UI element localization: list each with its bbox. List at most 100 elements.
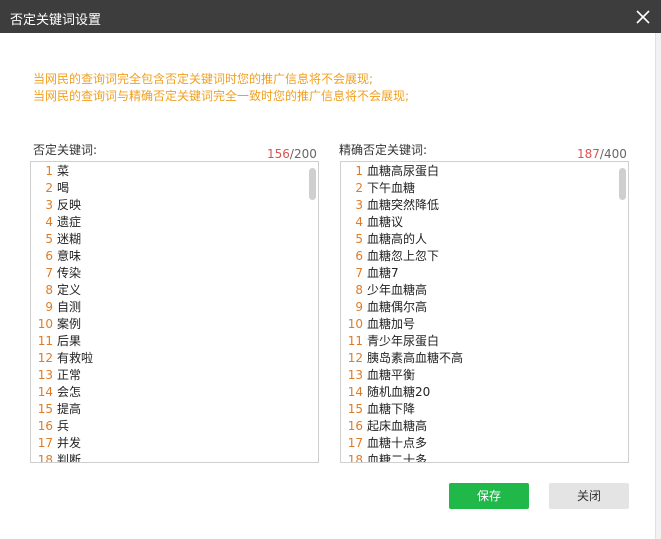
- negative-keyword-dialog: 否定关键词设置 当网民的查询词完全包含否定关键词时您的推广信息将不会展现; 当网…: [0, 0, 661, 539]
- keyword-row: 5 血糖高的人: [341, 231, 614, 248]
- line-number: 2: [355, 181, 363, 195]
- negative-keywords-textarea[interactable]: 1 菜 2 喝 3 反映 4 遗症 5 迷糊 6 意味 7 传染 8 定义 9 自测 10 案例 11 后果 12 有救啦 13…: [30, 161, 319, 463]
- line-number: 5: [45, 232, 53, 246]
- keyword-text: 兵: [57, 419, 70, 433]
- close-button[interactable]: 关闭: [549, 483, 629, 509]
- keyword-text: 血糖加号: [367, 317, 416, 331]
- keyword-row: 9 血糖偶尔高: [341, 299, 614, 316]
- line-number: 16: [347, 419, 363, 433]
- keyword-text: 菜: [57, 164, 70, 178]
- line-number: 7: [355, 266, 363, 280]
- line-number: 12: [347, 351, 363, 365]
- line-number: 10: [37, 317, 53, 331]
- keyword-row: 8 定义: [31, 282, 304, 299]
- keyword-text: 判断: [57, 453, 82, 463]
- dialog-titlebar: 否定关键词设置: [0, 0, 661, 33]
- exact-negative-keywords-counter: 187/400: [577, 147, 627, 161]
- keyword-text: 会怎: [57, 385, 82, 399]
- keyword-text: 传染: [57, 266, 82, 280]
- line-number: 12: [37, 351, 53, 365]
- keyword-text: 血糖议: [367, 215, 404, 229]
- keyword-text: 胰岛素高血糖不高: [367, 351, 464, 365]
- keyword-row: 3 血糖突然降低: [341, 197, 614, 214]
- negative-max: 200: [293, 147, 317, 161]
- keyword-text: 正常: [57, 368, 82, 382]
- keyword-row: 13 正常: [31, 367, 304, 384]
- notice-line-1: 当网民的查询词完全包含否定关键词时您的推广信息将不会展现;: [33, 72, 374, 86]
- line-number: 6: [45, 249, 53, 263]
- keyword-text: 喝: [57, 181, 70, 195]
- keyword-text: 遗症: [57, 215, 82, 229]
- keyword-text: 自测: [57, 300, 82, 314]
- keyword-row: 8 少年血糖高: [341, 282, 614, 299]
- keyword-text: 迷糊: [57, 232, 82, 246]
- keyword-row: 12 胰岛素高血糖不高: [341, 350, 614, 367]
- keyword-row: 15 血糖下降: [341, 401, 614, 418]
- line-number: 16: [37, 419, 53, 433]
- keyword-row: 3 反映: [31, 197, 304, 214]
- keyword-row: 18 判断: [31, 452, 304, 463]
- line-number: 6: [355, 249, 363, 263]
- keyword-row: 16 兵: [31, 418, 304, 435]
- exact-negative-keywords-label: 精确否定关键词:: [339, 143, 428, 157]
- keyword-row: 14 随机血糖20: [341, 384, 614, 401]
- keyword-text: 血糖高的人: [367, 232, 428, 246]
- keyword-row: 7 传染: [31, 265, 304, 282]
- keyword-text: 血糖突然降低: [367, 198, 440, 212]
- keyword-text: 随机血糖20: [367, 385, 431, 399]
- line-number: 18: [347, 453, 363, 463]
- exact-negative-keywords-textarea[interactable]: 1 血糖高尿蛋白 2 下午血糖 3 血糖突然降低 4 血糖议 5 血糖高的人 6 血糖忽上忽下 7 血糖7…: [340, 161, 629, 463]
- line-number: 3: [45, 198, 53, 212]
- line-number: 4: [45, 215, 53, 229]
- keyword-text: 反映: [57, 198, 82, 212]
- keyword-row: 7 血糖7: [341, 265, 614, 282]
- keyword-row: 10 案例: [31, 316, 304, 333]
- keyword-text: 血糖下降: [367, 402, 416, 416]
- dialog-title: 否定关键词设置: [10, 13, 102, 28]
- keyword-row: 12 有救啦: [31, 350, 304, 367]
- keyword-row: 2喝: [31, 180, 304, 197]
- line-number: 7: [45, 266, 53, 280]
- keyword-text: 血糖高尿蛋白: [367, 164, 440, 178]
- exact-negative-keywords-scrollbar[interactable]: [619, 168, 626, 200]
- negative-keywords-scrollbar[interactable]: [309, 168, 316, 200]
- line-number: 15: [347, 402, 363, 416]
- keyword-row: 4 遗症: [31, 214, 304, 231]
- line-number: 4: [355, 215, 363, 229]
- keyword-text: 并发: [57, 436, 82, 450]
- exact-count: 187: [577, 147, 600, 161]
- keyword-text: 青少年尿蛋白: [367, 334, 440, 348]
- line-number: 2: [45, 181, 53, 195]
- save-button[interactable]: 保存: [449, 483, 529, 509]
- line-number: 1: [355, 164, 363, 178]
- line-number: 13: [347, 368, 363, 382]
- keyword-row: 18 血糖二十多: [341, 452, 614, 463]
- keyword-row: 16 起床血糖高: [341, 418, 614, 435]
- negative-keywords-label: 否定关键词:: [33, 143, 98, 157]
- keyword-text: 案例: [57, 317, 82, 331]
- keyword-text: 血糖十点多: [367, 436, 428, 450]
- line-number: 8: [355, 283, 363, 297]
- line-number: 8: [45, 283, 53, 297]
- keyword-row: 17 血糖十点多: [341, 435, 614, 452]
- right-edge-strip: [655, 33, 661, 539]
- keyword-row: 11 后果: [31, 333, 304, 350]
- line-number: 11: [347, 334, 363, 348]
- keyword-row: 10 血糖加号: [341, 316, 614, 333]
- keyword-row: 5 迷糊: [31, 231, 304, 248]
- close-icon[interactable]: [633, 7, 653, 27]
- keyword-row: 1菜: [31, 163, 304, 180]
- keyword-text: 血糖忽上忽下: [367, 249, 440, 263]
- keyword-text: 提高: [57, 402, 82, 416]
- keyword-row: 9 自测: [31, 299, 304, 316]
- keyword-row: 4 血糖议: [341, 214, 614, 231]
- line-number: 10: [347, 317, 363, 331]
- keyword-text: 后果: [57, 334, 82, 348]
- line-number: 9: [45, 300, 53, 314]
- line-number: 3: [355, 198, 363, 212]
- notice-text: 当网民的查询词完全包含否定关键词时您的推广信息将不会展现; 当网民的查询词与精确…: [33, 71, 409, 105]
- keyword-row: 11 青少年尿蛋白: [341, 333, 614, 350]
- keyword-text: 血糖平衡: [367, 368, 416, 382]
- line-number: 9: [355, 300, 363, 314]
- keyword-text: 起床血糖高: [367, 419, 428, 433]
